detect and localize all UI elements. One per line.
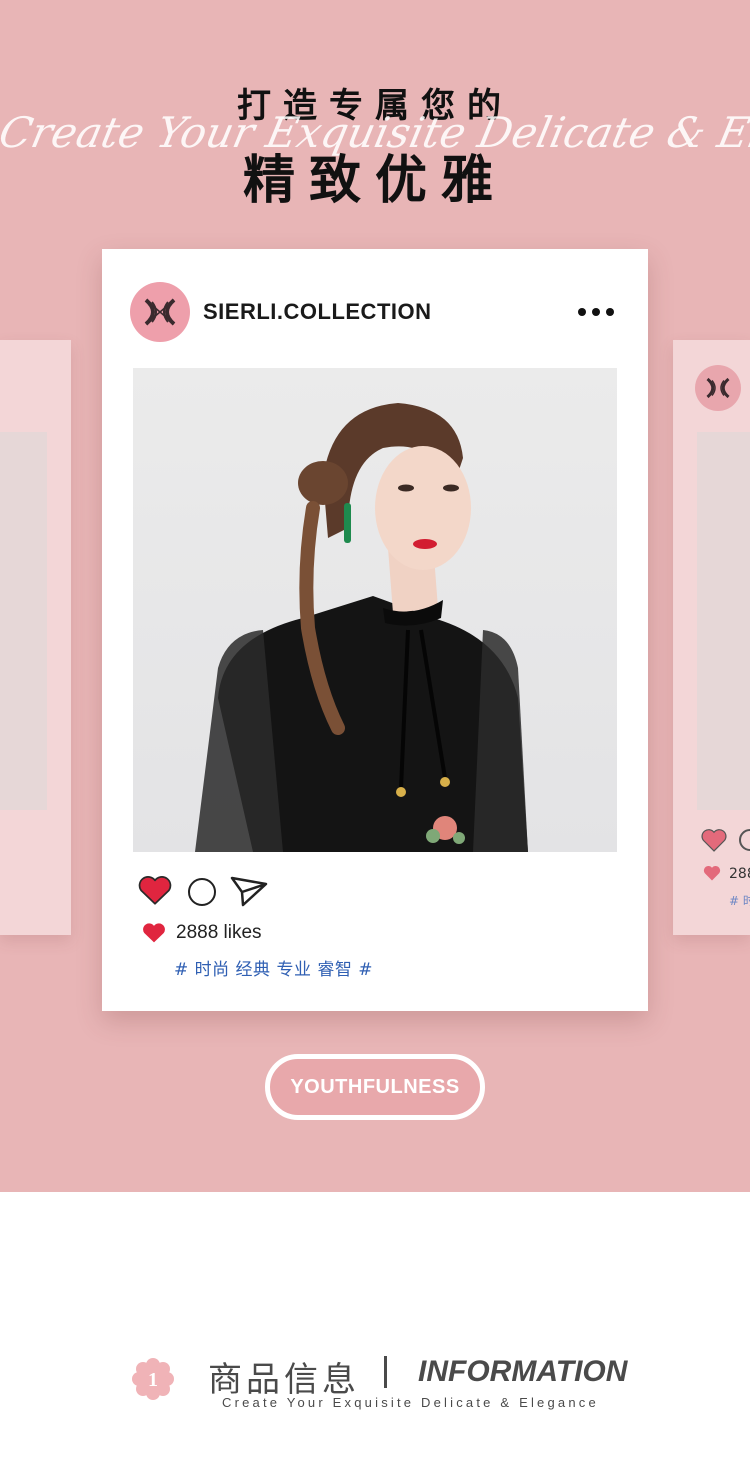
- hero-banner: 打造专属您的 Create Your Exquisite Delicate & …: [0, 0, 750, 1192]
- social-post-card: SIERLI.COLLECTION 2888 likes # 时尚 经典 专业 …: [102, 249, 648, 1011]
- section-title-cn: 商品信息: [208, 1360, 360, 1400]
- hashtags[interactable]: # 时尚 经典 专业 睿智 #: [174, 955, 373, 980]
- comment-icon[interactable]: [188, 878, 216, 906]
- comment-icon: [739, 829, 750, 851]
- title-separator: [384, 1356, 387, 1388]
- heart-icon: [701, 828, 727, 856]
- ghost-image-placeholder: [697, 432, 750, 810]
- more-dots-icon[interactable]: [576, 302, 616, 322]
- hero-title-main: 精致优雅: [242, 151, 507, 211]
- account-username[interactable]: SIERLI.COLLECTION: [203, 299, 432, 325]
- heart-icon: [142, 922, 166, 948]
- ghost-tags-text: # 时: [729, 894, 750, 908]
- section-subtitle: Create Your Exquisite Delicate & Eleganc…: [222, 1395, 599, 1410]
- likes-count: 2888 likes: [176, 922, 262, 943]
- heart-icon: [703, 865, 721, 885]
- ghost-card-left: [0, 340, 71, 935]
- number-flower-icon: 1: [130, 1356, 176, 1402]
- youthfulness-button-label: YOUTHFULNESS: [290, 1075, 460, 1098]
- section-title-en: INFORMATION: [418, 1355, 628, 1388]
- brand-logo-icon: [695, 365, 741, 411]
- post-photo[interactable]: [133, 368, 617, 852]
- youthfulness-button[interactable]: YOUTHFULNESS: [265, 1054, 485, 1120]
- ghost-card-right: 288 # 时: [673, 340, 750, 935]
- brand-logo-icon[interactable]: [130, 282, 190, 342]
- section-number: 1: [148, 1369, 158, 1391]
- model-illustration: [195, 403, 528, 852]
- like-heart-icon[interactable]: [138, 875, 172, 910]
- ghost-image-placeholder: [0, 432, 47, 810]
- share-send-icon[interactable]: [229, 875, 269, 913]
- ghost-likes-text: 288: [729, 866, 750, 882]
